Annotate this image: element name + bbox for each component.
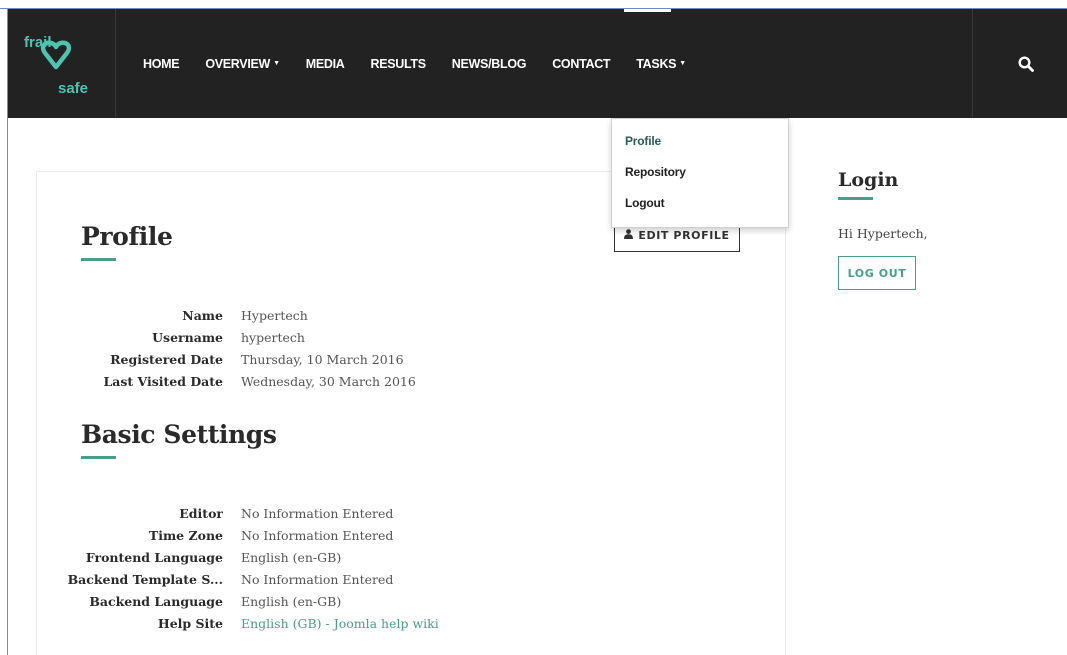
nav-item-label: HOME	[143, 56, 180, 71]
nav-item-label: TASKS	[636, 56, 677, 71]
site-logo[interactable]: frail safe	[8, 9, 116, 118]
field-label: Help Site	[157, 616, 223, 631]
login-widget-title: Login	[838, 169, 899, 191]
profile-row-username: Username hypertech	[36, 330, 636, 352]
logout-button[interactable]: LOG OUT	[838, 256, 916, 290]
field-value: Wednesday, 30 March 2016	[241, 374, 416, 389]
field-value: Hypertech	[241, 308, 308, 323]
profile-heading-underline	[81, 258, 116, 261]
login-title-underline	[838, 197, 873, 200]
settings-row-backend-language: Backend Language English (en-GB)	[36, 594, 636, 616]
menu-item-profile[interactable]: Profile	[612, 134, 788, 165]
settings-row-editor: Editor No Information Entered	[36, 506, 636, 528]
field-value: Thursday, 10 March 2016	[241, 352, 404, 367]
field-label: Time Zone	[148, 528, 223, 543]
user-icon	[624, 228, 634, 242]
profile-details-list: Name Hypertech Username hypertech Regist…	[36, 308, 636, 396]
nav-item-contact[interactable]: CONTACT	[552, 57, 610, 71]
field-label: Backend Template S...	[67, 572, 223, 587]
profile-row-registered-date: Registered Date Thursday, 10 March 2016	[36, 352, 636, 374]
frame-border-left	[7, 8, 8, 655]
nav-item-home[interactable]: HOME	[143, 56, 180, 71]
basic-settings-heading-underline	[81, 456, 116, 459]
field-value: English (en-GB)	[241, 594, 342, 609]
settings-row-time-zone: Time Zone No Information Entered	[36, 528, 636, 550]
nav-item-tasks[interactable]: TASKS ▼	[636, 57, 686, 71]
settings-row-frontend-language: Frontend Language English (en-GB)	[36, 550, 636, 572]
settings-row-help-site: Help Site English (GB) - Joomla help wik…	[36, 616, 636, 638]
profile-row-name: Name Hypertech	[36, 308, 636, 330]
help-site-link[interactable]: English (GB) - Joomla help wiki	[241, 616, 439, 631]
profile-heading: Profile	[81, 222, 173, 251]
settings-row-backend-template-style: Backend Template S... No Information Ent…	[36, 572, 636, 594]
frame-border-top	[0, 8, 1067, 9]
field-value: No Information Entered	[241, 528, 394, 543]
nav-item-label: OVERVIEW	[205, 56, 271, 71]
edit-profile-label: EDIT PROFILE	[638, 228, 730, 242]
nav-item-label: RESULTS	[370, 56, 426, 71]
field-value: No Information Entered	[241, 506, 394, 521]
menu-item-logout[interactable]: Logout	[612, 196, 788, 227]
nav-active-indicator	[624, 9, 671, 12]
basic-settings-heading: Basic Settings	[81, 420, 277, 449]
frailsafe-logo-icon: frail safe	[24, 34, 88, 97]
nav-item-label: NEWS/BLOG	[451, 56, 527, 71]
nav-item-media[interactable]: MEDIA	[306, 57, 345, 71]
search-button[interactable]	[972, 9, 1067, 118]
field-value: hypertech	[241, 330, 305, 345]
caret-down-icon: ▼	[273, 60, 280, 67]
nav-item-overview[interactable]: OVERVIEW ▼	[205, 56, 280, 71]
logo-text-bottom: safe	[58, 80, 88, 97]
field-label: Backend Language	[89, 594, 223, 609]
field-label: Editor	[179, 506, 223, 521]
caret-down-icon: ▼	[679, 60, 686, 67]
basic-settings-list: Editor No Information Entered Time Zone …	[36, 506, 636, 638]
field-label: Name	[182, 308, 223, 323]
profile-row-last-visited-date: Last Visited Date Wednesday, 30 March 20…	[36, 374, 636, 396]
nav-item-results[interactable]: RESULTS	[370, 56, 426, 71]
field-label: Frontend Language	[85, 550, 223, 565]
nav-item-news-blog[interactable]: NEWS/BLOG	[451, 56, 527, 71]
nav-item-label: MEDIA	[305, 56, 345, 71]
main-nav: HOME OVERVIEW ▼ MEDIA RESULTS NEWS/BLOG C…	[143, 9, 712, 118]
field-label: Last Visited Date	[103, 374, 223, 389]
field-value: English (en-GB)	[241, 550, 342, 565]
nav-item-label: CONTACT	[552, 56, 611, 71]
field-label: Registered Date	[110, 352, 223, 367]
field-value: No Information Entered	[241, 572, 394, 587]
search-icon	[1018, 56, 1034, 72]
menu-item-repository[interactable]: Repository	[612, 165, 788, 196]
tasks-dropdown-menu: Profile Repository Logout	[611, 118, 789, 228]
field-label: Username	[152, 330, 223, 345]
login-greeting: Hi Hypertech,	[838, 226, 928, 241]
